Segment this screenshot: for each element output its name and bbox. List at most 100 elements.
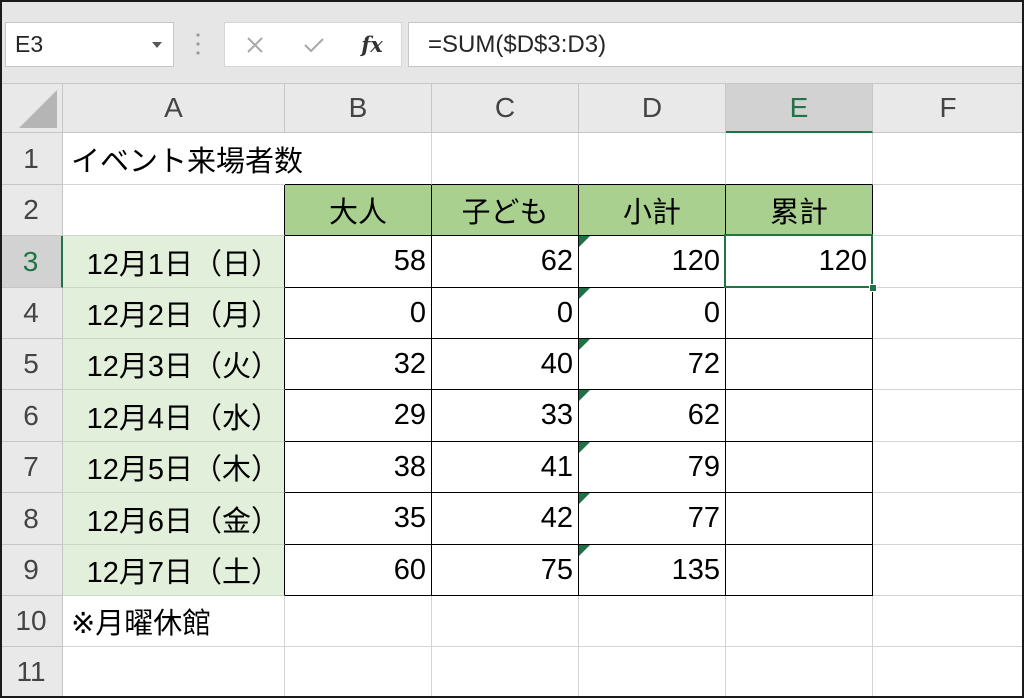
adults-cell-b3[interactable]: 58 [285,236,432,288]
subtotal-cell-d4[interactable]: 0 [579,288,726,339]
cell-f6[interactable] [873,390,1024,442]
date-cell-a9[interactable]: 12月7日（土） [63,545,285,596]
date-cell-a6[interactable]: 12月4日（水） [63,390,285,442]
cell-c1[interactable] [432,133,579,185]
cumulative-cell-e9[interactable] [726,545,873,596]
date-cell-a8[interactable]: 12月6日（金） [63,493,285,545]
subtotal-cell-d3[interactable]: 120 [579,236,726,288]
error-indicator-icon [579,442,590,453]
row-header-7[interactable]: 7 [0,442,63,493]
cumulative-cell-e6[interactable] [726,390,873,442]
sheet-title-cell[interactable]: イベント来場者数 [63,133,303,185]
children-cell-c8[interactable]: 42 [432,493,579,545]
cell-c11[interactable] [432,647,579,698]
row-header-8[interactable]: 8 [0,493,63,545]
children-cell-c4[interactable]: 0 [432,288,579,339]
adults-cell-b8[interactable]: 35 [285,493,432,545]
children-cell-c7[interactable]: 41 [432,442,579,493]
date-cell-a7[interactable]: 12月5日（木） [63,442,285,493]
cell-f7[interactable] [873,442,1024,493]
fill-handle[interactable] [869,284,877,292]
cell-f11[interactable] [873,647,1024,698]
cell-f1[interactable] [873,133,1024,185]
cell-c10[interactable] [432,596,579,647]
subtotal-cell-d7[interactable]: 79 [579,442,726,493]
row-header-6[interactable]: 6 [0,390,63,442]
column-label-adults[interactable]: 大人 [285,185,432,236]
column-header-e[interactable]: E [726,84,873,133]
select-all-button[interactable] [0,84,63,133]
subtotal-value: 120 [671,245,720,277]
adults-cell-b7[interactable]: 38 [285,442,432,493]
column-label-subtotal[interactable]: 小計 [579,185,726,236]
row-header-3[interactable]: 3 [0,236,63,288]
subtotal-cell-d5[interactable]: 72 [579,339,726,390]
date-cell-a3[interactable]: 12月1日（日） [63,236,285,288]
subtotal-cell-d8[interactable]: 77 [579,493,726,545]
cumulative-cell-e8[interactable] [726,493,873,545]
subtotal-cell-d6[interactable]: 62 [579,390,726,442]
children-cell-c5[interactable]: 40 [432,339,579,390]
name-box[interactable]: E3 [5,22,174,67]
date-cell-a5[interactable]: 12月3日（火） [63,339,285,390]
cell-f4[interactable] [873,288,1024,339]
subtotal-value: 77 [687,502,720,534]
row-header-10[interactable]: 10 [0,596,63,647]
insert-function-button[interactable]: fx [354,23,390,66]
cell-f9[interactable] [873,545,1024,596]
adults-cell-b6[interactable]: 29 [285,390,432,442]
cell-f8[interactable] [873,493,1024,545]
cumulative-cell-e5[interactable] [726,339,873,390]
chevron-down-icon[interactable] [152,42,162,48]
column-header-a[interactable]: A [63,84,285,133]
cell-e10[interactable] [726,596,873,647]
row-header-9[interactable]: 9 [0,545,63,596]
adults-cell-b4[interactable]: 0 [285,288,432,339]
cancel-button[interactable] [237,23,273,66]
cell-b1[interactable] [285,133,432,185]
row-header-5[interactable]: 5 [0,339,63,390]
cell-d10[interactable] [579,596,726,647]
cell-e11[interactable] [726,647,873,698]
cell-d11[interactable] [579,647,726,698]
select-all-triangle-icon [19,90,57,128]
row-header-11[interactable]: 11 [0,647,63,698]
vertical-dots-icon[interactable] [195,31,201,57]
spreadsheet-window: E3 fx =SUM($D$3:D3) A B C D E F 1 イベント来場… [0,0,1024,698]
cell-b10[interactable] [285,596,432,647]
note-cell[interactable]: ※月曜休館 [63,596,285,647]
subtotal-cell-d9[interactable]: 135 [579,545,726,596]
cell-e1[interactable] [726,133,873,185]
children-cell-c9[interactable]: 75 [432,545,579,596]
date-cell-a4[interactable]: 12月2日（月） [63,288,285,339]
row-header-2[interactable]: 2 [0,185,63,236]
cell-a11[interactable] [63,647,285,698]
cumulative-cell-e4[interactable] [726,288,873,339]
cell-f3[interactable] [873,236,1024,288]
error-indicator-icon [579,545,590,556]
adults-cell-b9[interactable]: 60 [285,545,432,596]
cell-a2[interactable] [63,185,285,236]
row-header-4[interactable]: 4 [0,288,63,339]
children-cell-c6[interactable]: 33 [432,390,579,442]
error-indicator-icon [579,236,590,247]
cell-f2[interactable] [873,185,1024,236]
column-label-cumulative[interactable]: 累計 [726,185,873,236]
column-header-b[interactable]: B [285,84,432,133]
cumulative-cell-e3[interactable]: 120 [724,234,877,292]
cell-f10[interactable] [873,596,1024,647]
row-header-1[interactable]: 1 [0,133,63,185]
column-header-c[interactable]: C [432,84,579,133]
cell-f5[interactable] [873,339,1024,390]
adults-cell-b5[interactable]: 32 [285,339,432,390]
column-label-children[interactable]: 子ども [432,185,579,236]
cell-d1[interactable] [579,133,726,185]
column-header-d[interactable]: D [579,84,726,133]
subtotal-value: 79 [687,450,720,483]
enter-button[interactable] [296,23,332,66]
cumulative-cell-e7[interactable] [726,442,873,493]
column-header-f[interactable]: F [873,84,1024,133]
children-cell-c3[interactable]: 62 [432,236,579,288]
cell-b11[interactable] [285,647,432,698]
formula-input[interactable]: =SUM($D$3:D3) [408,22,1024,67]
